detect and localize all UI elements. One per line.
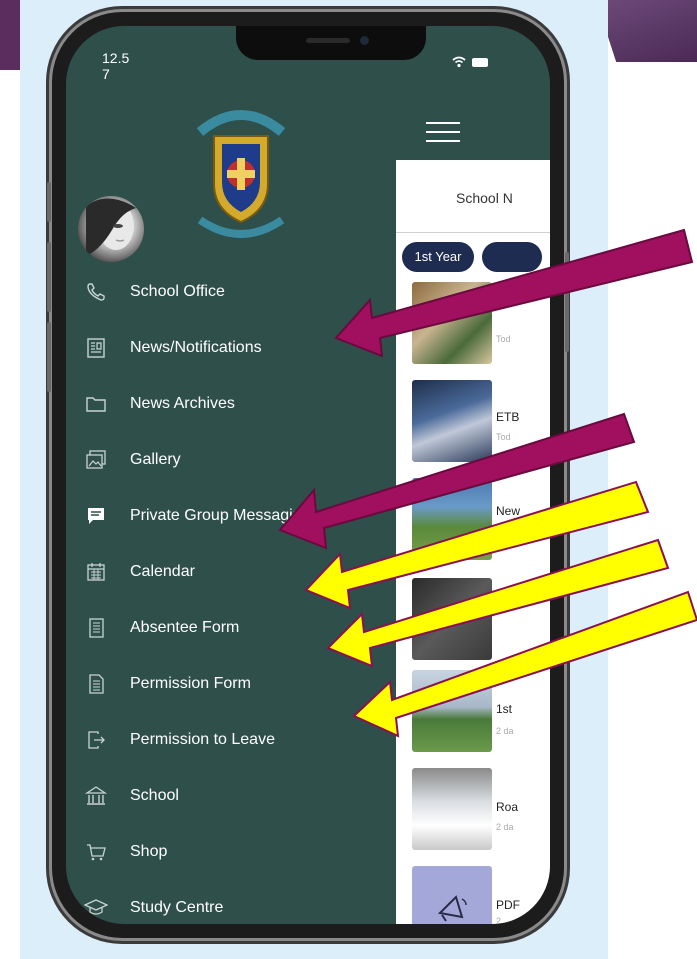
menu-label: Permission to Leave bbox=[130, 731, 275, 748]
chip-1st-year[interactable]: 1st Year bbox=[402, 242, 474, 272]
news-title: ETB bbox=[496, 410, 520, 424]
menu-item-study-centre[interactable]: Study Centre bbox=[76, 888, 406, 924]
pdf-thumbnail[interactable] bbox=[412, 866, 492, 924]
news-thumbnail[interactable] bbox=[412, 282, 492, 364]
slide-accent-top-right bbox=[596, 0, 697, 62]
menu-label: Private Group Messaging bbox=[130, 507, 311, 524]
main-content: School N 1st Year Tod ETB Tod New To 1st… bbox=[396, 160, 550, 924]
menu-label: Shop bbox=[130, 843, 168, 860]
speaker bbox=[306, 38, 350, 43]
form-icon bbox=[89, 618, 104, 638]
megaphone-icon bbox=[437, 895, 467, 922]
phone-icon bbox=[87, 283, 105, 301]
volume-down-button bbox=[47, 322, 51, 392]
avatar-portrait bbox=[86, 198, 136, 256]
menu-label: Permission Form bbox=[130, 675, 251, 692]
news-thumbnail[interactable] bbox=[412, 380, 492, 462]
news-date: 2 bbox=[496, 916, 502, 924]
status-time: 12.5 7 bbox=[102, 50, 130, 82]
menu-item-school-office[interactable]: School Office bbox=[76, 272, 406, 312]
chat-icon bbox=[88, 508, 104, 524]
menu-label: Calendar bbox=[130, 563, 195, 580]
wifi-icon bbox=[452, 56, 466, 68]
phone-screen: 12.5 7 School N 1st Year Tod ETB Tod New… bbox=[66, 26, 550, 924]
content-title: School N bbox=[456, 190, 513, 206]
menu-item-absentee-form[interactable]: Absentee Form bbox=[76, 608, 406, 648]
menu-label: News/Notifications bbox=[130, 339, 262, 356]
news-thumbnail[interactable] bbox=[412, 478, 492, 560]
menu-item-news-archives[interactable]: News Archives bbox=[76, 384, 406, 424]
notch bbox=[236, 26, 426, 60]
battery-icon bbox=[472, 57, 488, 67]
status-icons bbox=[452, 56, 488, 68]
volume-up-button bbox=[47, 242, 51, 312]
menu-label: School Office bbox=[130, 283, 225, 300]
menu-item-permission-to-leave[interactable]: Permission to Leave bbox=[76, 720, 406, 760]
menu-item-calendar[interactable]: Calendar bbox=[76, 552, 406, 592]
menu-item-school[interactable]: School bbox=[76, 776, 406, 816]
news-date: To bbox=[496, 526, 506, 536]
menu-label: School bbox=[130, 787, 179, 804]
menu-label: Study Centre bbox=[130, 899, 224, 916]
menu-item-permission-form[interactable]: Permission Form bbox=[76, 664, 406, 704]
phone-frame: 12.5 7 School N 1st Year Tod ETB Tod New… bbox=[47, 12, 569, 938]
news-date: Tod bbox=[496, 432, 511, 442]
building-icon bbox=[85, 786, 107, 805]
gallery-icon bbox=[86, 450, 106, 469]
news-thumbnail[interactable] bbox=[412, 578, 492, 660]
news-date: 2 da bbox=[496, 726, 514, 736]
calendar-icon bbox=[87, 563, 105, 581]
cart-icon bbox=[87, 844, 106, 861]
exit-icon bbox=[88, 731, 105, 749]
menu-item-gallery[interactable]: Gallery bbox=[76, 440, 406, 480]
newspaper-icon bbox=[87, 338, 105, 358]
document-icon bbox=[89, 674, 104, 694]
menu-item-private-group-messaging[interactable]: Private Group Messaging bbox=[76, 496, 406, 536]
front-camera bbox=[360, 36, 369, 45]
menu-item-news-notifications[interactable]: News/Notifications bbox=[76, 328, 406, 368]
menu-label: News Archives bbox=[130, 395, 235, 412]
hamburger-menu-icon[interactable] bbox=[426, 122, 460, 144]
news-thumbnail[interactable] bbox=[412, 670, 492, 752]
news-title: PDF bbox=[496, 898, 520, 912]
news-date: 2 da bbox=[496, 822, 514, 832]
news-title: 1st bbox=[496, 702, 513, 716]
menu-label: Absentee Form bbox=[130, 619, 240, 636]
content-header: School N bbox=[396, 160, 550, 233]
news-title: New bbox=[496, 504, 521, 518]
graduation-cap-icon bbox=[84, 899, 108, 915]
menu-item-shop[interactable]: Shop bbox=[76, 832, 406, 872]
avatar[interactable] bbox=[78, 196, 144, 262]
power-button bbox=[565, 252, 569, 352]
mute-switch bbox=[47, 182, 51, 222]
news-title: Roa bbox=[496, 800, 519, 814]
news-thumbnail[interactable] bbox=[412, 768, 492, 850]
folder-icon bbox=[86, 397, 106, 412]
menu-label: Gallery bbox=[130, 451, 181, 468]
school-crest-logo bbox=[196, 110, 286, 238]
chip-next[interactable] bbox=[482, 242, 542, 272]
news-date: Tod bbox=[496, 334, 511, 344]
